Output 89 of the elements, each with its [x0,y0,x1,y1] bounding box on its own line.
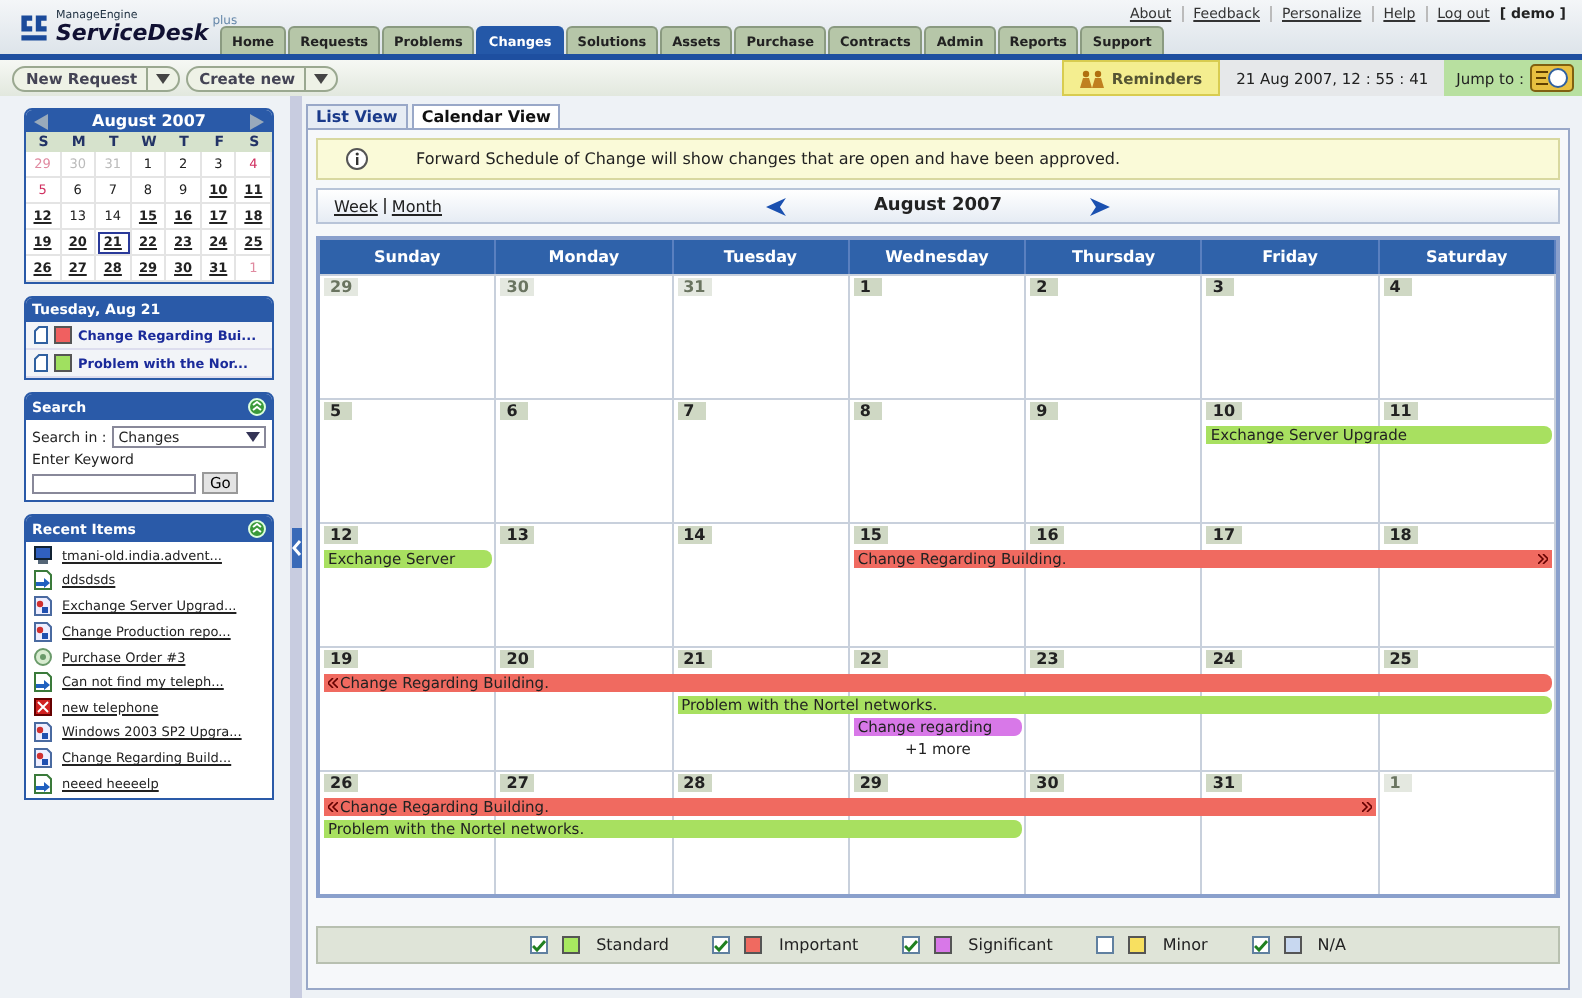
checkbox[interactable] [1096,936,1115,954]
caret-icon [313,73,328,83]
day-number[interactable]: 24 [1206,650,1242,668]
view-link[interactable]: Month [391,197,442,215]
day-number[interactable]: 23 [1030,650,1065,668]
logo-icon [16,10,52,46]
checkbox[interactable] [1251,936,1270,954]
next-arrow-icon[interactable] [1090,197,1111,215]
day-number[interactable]: 28 [677,774,712,792]
day-number[interactable]: 3 [1206,278,1235,296]
day-number[interactable]: 9 [1030,402,1059,420]
computer-icon [34,546,52,564]
document-arrow-icon [34,570,52,590]
caret-icon [246,432,260,442]
continues-left-icon [328,678,338,688]
day-number[interactable]: 15 [853,526,888,544]
view-tab[interactable]: List View [306,104,408,128]
day-number[interactable]: 5 [324,402,352,420]
day-number[interactable]: 1 [853,278,882,296]
day-number[interactable]: 30 [500,278,535,296]
continues-left-icon [328,802,338,812]
day-number[interactable]: 29 [853,774,888,792]
logo-product: ServiceDesk [56,22,209,45]
info-message: Forward Schedule of Change will show changes that are open and have been approved. [416,150,1120,168]
change-icon [34,596,52,616]
problem-icon [34,698,52,716]
day-number[interactable]: 20 [500,650,535,668]
day-number[interactable]: 22 [853,650,888,668]
day-number[interactable]: 11 [1383,402,1418,420]
day-number[interactable]: 12 [324,526,359,544]
day-number[interactable]: 7 [677,402,706,420]
day-number[interactable]: 19 [324,650,359,668]
day-number[interactable]: 31 [677,278,712,296]
checkbox[interactable] [530,936,549,954]
day-number[interactable]: 25 [1383,650,1418,668]
checkbox[interactable] [902,936,921,954]
day-number[interactable]: 13 [500,526,535,544]
mini-calendar-title: August 2007 [92,112,206,130]
change-icon [34,622,52,642]
previous-arrow-icon[interactable] [765,197,786,215]
legend-label: Important [778,936,859,954]
view-tab[interactable]: Calendar View [411,104,561,128]
legend-label: Significant [968,936,1053,954]
people-icon [1079,69,1104,87]
day-number[interactable]: 21 [677,650,712,668]
weekday-header: Friday [1202,240,1380,274]
change-icon [34,748,52,768]
legend-label: Minor [1162,936,1208,954]
day-number[interactable]: 6 [500,402,529,420]
info-icon [346,148,368,170]
view-link[interactable]: Week [334,197,378,215]
day-number[interactable]: 30 [1030,774,1065,792]
day-number[interactable]: 8 [853,402,882,420]
document-arrow-icon [34,672,52,692]
day-number[interactable]: 10 [1206,402,1242,420]
day-number[interactable]: 1 [1383,774,1412,792]
day-number[interactable]: 18 [1383,526,1418,544]
day-number[interactable]: 14 [677,526,712,544]
keyword-field[interactable] [32,473,196,493]
weekday-header: Monday [496,240,674,274]
purchase-icon [34,648,52,666]
day-number[interactable]: 29 [324,278,359,296]
caret-icon [155,73,170,83]
day-number[interactable]: 2 [1030,278,1059,296]
weekday-header: Tuesday [673,240,850,274]
change-icon [34,722,52,742]
day-number[interactable]: 17 [1206,526,1242,544]
weekday-header: Saturday [1379,240,1556,274]
day-number[interactable]: 27 [500,774,535,792]
weekday-header: Thursday [1026,240,1203,274]
chevron-left-icon [291,527,301,567]
checkbox[interactable] [712,936,731,954]
legend-label: N/A [1317,936,1346,954]
previous-month-icon[interactable] [34,113,48,129]
legend-label: Standard [596,936,669,954]
collapse-handle[interactable] [290,96,302,998]
weekday-header: Wednesday [849,240,1027,274]
weekday-header: Sunday [320,240,497,274]
jump-icon[interactable] [1530,64,1574,92]
month-title: August 2007 [873,196,1003,216]
day-number[interactable]: 16 [1030,526,1065,544]
day-number[interactable]: 4 [1383,278,1412,296]
continues-right-icon [1361,802,1372,812]
day-number[interactable]: 31 [1206,774,1242,792]
next-month-icon[interactable] [249,113,264,129]
continues-right-icon [1538,554,1548,564]
collapse-icon[interactable] [248,520,266,538]
collapse-icon[interactable] [248,398,266,416]
day-number[interactable]: 26 [324,774,359,792]
